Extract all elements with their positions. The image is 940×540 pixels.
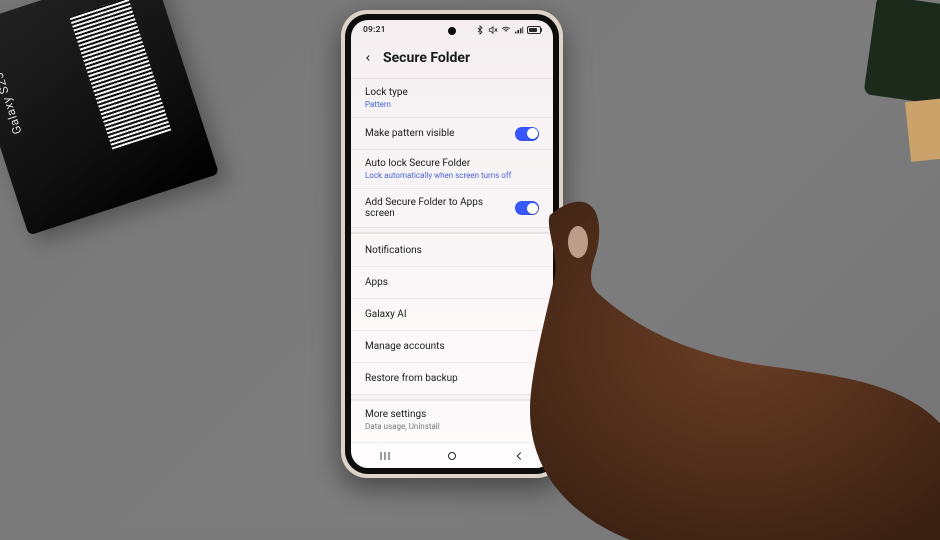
battery-icon [527, 26, 541, 34]
row-make-pattern-visible[interactable]: Make pattern visible [351, 117, 553, 149]
volume-mute-icon [488, 25, 498, 35]
recents-icon [377, 450, 393, 462]
toggle-make-pattern-visible[interactable] [515, 127, 539, 141]
restore-backup-label: Restore from backup [365, 373, 458, 384]
add-to-apps-label: Add Secure Folder to Apps screen [365, 197, 495, 219]
status-icons [475, 25, 541, 35]
home-circle-icon [445, 449, 459, 463]
decor-wood [905, 98, 940, 162]
row-more-settings[interactable]: More settings Data usage, Uninstall [351, 401, 553, 439]
auto-lock-sub: Lock automatically when screen turns off [365, 171, 511, 180]
chevron-left-icon [363, 50, 373, 66]
section-general: Notifications Apps Galaxy AI Manage acco… [351, 233, 553, 394]
toggle-add-to-apps[interactable] [515, 201, 539, 215]
row-auto-lock[interactable]: Auto lock Secure Folder Lock automatical… [351, 149, 553, 188]
chevron-left-icon [512, 449, 526, 463]
notifications-label: Notifications [365, 245, 422, 256]
decor-top-right [863, 0, 940, 105]
navigation-bar [351, 442, 553, 468]
more-settings-sub: Data usage, Uninstall [365, 422, 440, 431]
row-notifications[interactable]: Notifications [351, 234, 553, 266]
auto-lock-label: Auto lock Secure Folder [365, 158, 511, 169]
lock-type-label: Lock type [365, 87, 408, 98]
apps-label: Apps [365, 277, 388, 288]
back-button[interactable] [363, 50, 373, 66]
section-more: More settings Data usage, Uninstall [351, 400, 553, 439]
decor-red-chip [920, 504, 940, 528]
camera-hole [448, 27, 456, 35]
make-pattern-visible-label: Make pattern visible [365, 128, 454, 139]
section-lock: Lock type Pattern Make pattern visible A… [351, 78, 553, 227]
phone-screen: 09:21 Secure Folder [351, 20, 553, 468]
galaxy-ai-label: Galaxy AI [365, 309, 407, 320]
page-title: Secure Folder [383, 50, 470, 66]
bluetooth-icon [475, 25, 485, 35]
wifi-icon [501, 25, 511, 35]
row-lock-type[interactable]: Lock type Pattern [351, 79, 553, 117]
row-add-to-apps[interactable]: Add Secure Folder to Apps screen [351, 188, 553, 227]
more-settings-label: More settings [365, 409, 440, 420]
signal-icon [514, 25, 524, 35]
nav-recents[interactable] [376, 449, 394, 463]
edge-panel-indicator[interactable] [549, 418, 553, 428]
row-manage-accounts[interactable]: Manage accounts [351, 330, 553, 362]
nav-home[interactable] [443, 449, 461, 463]
nav-back[interactable] [510, 449, 528, 463]
product-box-barcode [69, 0, 171, 150]
row-apps[interactable]: Apps [351, 266, 553, 298]
appbar: Secure Folder [351, 40, 553, 78]
manage-accounts-label: Manage accounts [365, 341, 445, 352]
row-restore-backup[interactable]: Restore from backup [351, 362, 553, 394]
product-box-label: Galaxy S25 Ultra [0, 41, 25, 136]
lock-type-sub: Pattern [365, 100, 408, 109]
row-galaxy-ai[interactable]: Galaxy AI [351, 298, 553, 330]
status-time: 09:21 [363, 25, 386, 35]
phone-bezel: 09:21 Secure Folder [345, 14, 559, 474]
phone-frame: 09:21 Secure Folder [341, 10, 563, 478]
